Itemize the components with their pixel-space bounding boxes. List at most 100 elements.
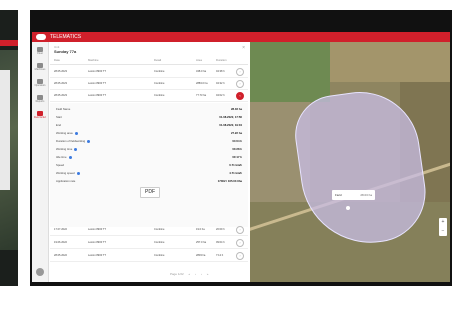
app-screen: TELEMATICS Fleet Machines Operators Repo… [32,32,450,282]
table-row[interactable]: 17.07.2022 Lexion 8900 TT Combine 19.0 h… [50,224,248,236]
table-row[interactable]: 19.06.2022 Lexion 8900 TT Combine 257.0 … [50,237,248,249]
cell-area: 2803 ha [196,254,206,257]
sidebar-item-operators[interactable]: Operators [34,78,46,92]
detail-value: 03:28 h [232,147,242,151]
cell-machine: Lexion 8900 TT [88,241,106,244]
cell-date: 28.05.2023 [54,82,67,85]
close-icon[interactable]: × [242,45,245,51]
detail-key-text: Working time [56,147,73,151]
cell-area: 19.0 ha [196,228,205,231]
cell-duration: 09:04 h [216,241,225,244]
column-duration[interactable]: Duration [216,58,227,62]
detail-row: End 01.08.2022, 19:04 [56,121,242,129]
sidebar-item-field-activities[interactable]: Field Activities [34,110,46,124]
table-row[interactable]: 28.05.2023 Lexion 8900 TT Combine 348.0 … [50,66,248,78]
sidebar: Fleet Machines Operators Reports Field A… [32,42,49,282]
table-row[interactable]: 28.05.2023 Lexion 8900 TT Combine 77.73 … [50,90,248,102]
chevron-right-icon[interactable]: › [236,80,244,88]
detail-value: 00:17 h [232,155,242,159]
detail-row: Working time 03:28 h [56,145,242,153]
user-avatar[interactable] [36,268,44,276]
next-page-button[interactable]: › [201,272,202,276]
table-row[interactable]: 28.05.2022 Lexion 8900 TT Combine 2803 h… [50,250,248,262]
detail-value: 17302 / 165.03 l/ha [217,179,242,183]
cell-detail: Combine [154,228,165,231]
side-device-panel [0,70,10,190]
chevron-up-icon[interactable]: ‹ [236,92,244,100]
cell-machine: Lexion 8900 TT [88,94,106,97]
cell-duration: 04:32 h [216,82,225,85]
chevron-right-icon[interactable]: › [236,252,244,260]
detail-value: 04:04 h [232,139,242,143]
detail-row: Field Name 28.03 ha [56,105,242,113]
cell-area: 77.73 ha [196,94,207,97]
zoom-in-button[interactable]: + [439,218,447,227]
brand-logo[interactable] [36,34,46,40]
monitor: TELEMATICS Fleet Machines Operators Repo… [30,10,452,286]
detail-row: Start 01.08.2022, 17:56 [56,113,242,121]
last-page-button[interactable]: » [207,272,209,276]
cell-duration: 04:02 h [216,94,225,97]
detail-row: Working speed 4.71 km/h [56,169,242,177]
zoom-out-button[interactable]: − [439,227,447,236]
detail-key: Start [56,115,62,119]
info-icon[interactable] [76,171,80,175]
chevron-right-icon[interactable]: › [236,226,244,234]
activity-panel: Unit Sunday 77a × Date Machine Detail Ar… [50,44,248,280]
detail-value: 0.71 km/h [229,163,242,167]
map-popup: Field 28.03 ha [332,190,375,200]
cell-detail: Combine [154,254,165,257]
cell-detail: Combine [154,94,165,97]
info-icon[interactable] [68,155,72,159]
sidebar-item-label: Fleet [37,52,43,55]
info-icon[interactable] [74,131,78,135]
cell-duration: 7:12 h [216,254,224,257]
detail-row: Application rate 17302 / 165.03 l/ha [56,177,242,185]
detail-key: Working speed [56,169,80,177]
page-indicator: Page 1/22 [170,272,184,276]
detail-key: Field Name [56,107,71,111]
info-icon[interactable] [74,147,78,151]
cell-date: 28.05.2023 [54,70,67,73]
map-field [250,42,330,102]
sidebar-item-label: Reports [35,100,45,103]
pdf-report-button[interactable]: PDF [140,187,160,198]
cell-date: 28.05.2022 [54,254,67,257]
column-date[interactable]: Date [54,58,60,62]
sidebar-item-label: Operators [34,84,46,87]
cell-area: 2883.0 ha [196,82,208,85]
sidebar-item-machines[interactable]: Machines [34,62,46,76]
cell-machine: Lexion 8900 TT [88,228,106,231]
table-row[interactable]: 28.05.2023 Lexion 8900 TT Combine 2883.0… [50,78,248,90]
chevron-right-icon[interactable]: › [236,68,244,76]
detail-key-text: Idle time [56,155,67,159]
column-machine[interactable]: Machine [88,58,99,62]
popup-value: 28.03 ha [360,193,372,197]
detail-key-text: Working area [56,131,73,135]
info-icon[interactable] [87,139,91,143]
prev-page-button[interactable]: ‹ [195,272,196,276]
map-pin-icon[interactable] [346,206,350,210]
detail-row: Speed 0.71 km/h [56,161,242,169]
cell-detail: Combine [154,70,165,73]
page-title: Sunday 77a [54,49,77,54]
cell-machine: Lexion 8900 TT [88,254,106,257]
sidebar-item-fleet[interactable]: Fleet [34,46,46,60]
first-page-button[interactable]: « [189,272,191,276]
sidebar-item-reports[interactable]: Reports [34,94,46,108]
column-area[interactable]: Area [196,58,202,62]
detail-value: 01.08.2022, 17:56 [219,115,242,119]
detail-value: 28.03 ha [230,107,242,111]
cell-duration: 20:09 h [216,228,225,231]
detail-value: 4.71 km/h [229,171,242,175]
cell-area: 257.0 ha [196,241,207,244]
chevron-right-icon[interactable]: › [236,239,244,247]
column-detail[interactable]: Detail [154,58,161,62]
satellite-map[interactable]: Field 28.03 ha + − [250,42,450,282]
pagination: Page 1/22 « ‹ › » [170,272,208,276]
cell-duration: 04:38 h [216,70,225,73]
detail-key: End [56,123,61,127]
detail-value: 27.22 ha [230,131,242,135]
sidebar-item-label: Field Activities [34,116,46,119]
cell-date: 17.07.2022 [54,228,67,231]
